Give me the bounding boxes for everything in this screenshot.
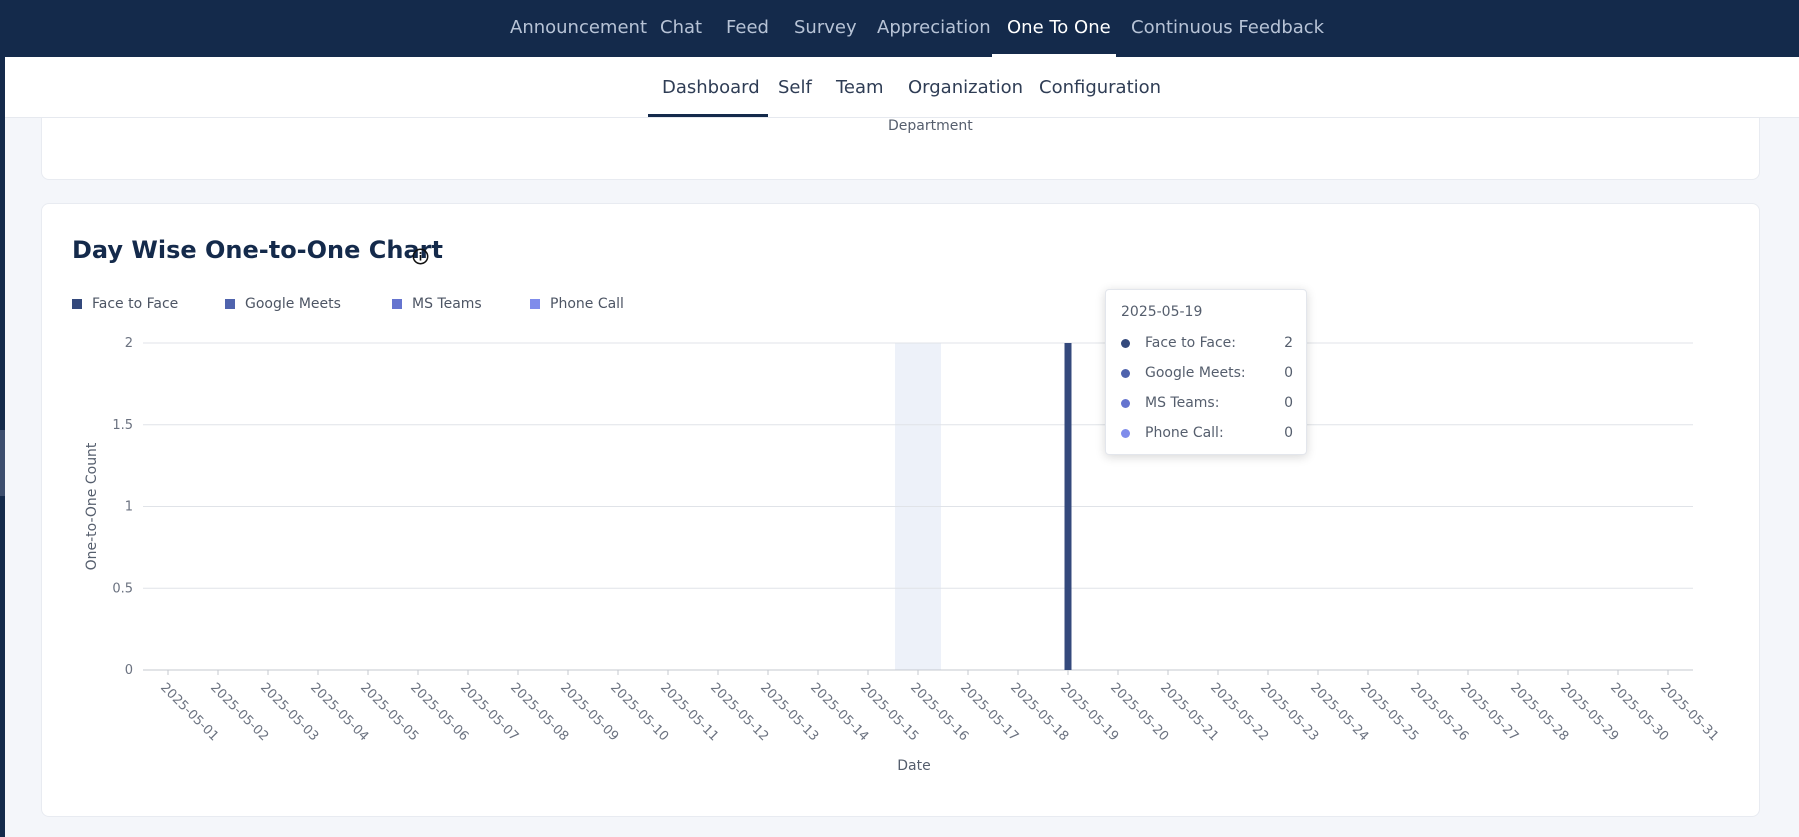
active-tab-underline: [648, 114, 768, 117]
tooltip-value: 2: [1284, 335, 1293, 351]
top-navigation: Announcement Chat Feed Survey Appreciati…: [0, 0, 1799, 57]
tab-configuration[interactable]: Configuration: [1039, 57, 1161, 118]
tooltip-value: 0: [1284, 395, 1293, 411]
tooltip-value: 0: [1284, 365, 1293, 381]
tab-dashboard[interactable]: Dashboard: [662, 57, 760, 118]
tooltip-row-face-to-face: Face to Face: 2: [1121, 333, 1293, 353]
nav-announcement[interactable]: Announcement: [510, 0, 647, 57]
nav-feed[interactable]: Feed: [726, 0, 769, 57]
y-tick-label: 2: [125, 336, 133, 351]
nav-continuous-feedback[interactable]: Continuous Feedback: [1131, 0, 1324, 57]
y-axis-title: One-to-One Count: [84, 442, 100, 570]
x-axis-title: Date: [897, 758, 930, 774]
tooltip-label: MS Teams:: [1145, 395, 1220, 411]
left-edge-bar: [0, 0, 5, 837]
tooltip-dot: [1121, 368, 1130, 378]
sub-navigation: Dashboard Self Team Organization Configu…: [5, 57, 1799, 118]
nav-survey[interactable]: Survey: [794, 0, 857, 57]
left-edge-tab[interactable]: [0, 430, 5, 496]
tooltip-row-google-meets: Google Meets: 0: [1121, 363, 1293, 383]
nav-chat[interactable]: Chat: [660, 0, 702, 57]
tooltip-label: Face to Face:: [1145, 335, 1236, 351]
day-wise-bar-chart: 00.511.522025-05-012025-05-022025-05-032…: [84, 336, 1721, 774]
tooltip-label: Phone Call:: [1145, 425, 1224, 441]
y-tick-label: 1.5: [112, 418, 133, 433]
y-tick-label: 0.5: [112, 581, 133, 596]
tooltip-dot: [1121, 398, 1130, 408]
tooltip-value: 0: [1284, 425, 1293, 441]
tooltip-dot: [1121, 338, 1130, 348]
y-tick-label: 1: [125, 500, 133, 515]
tab-team[interactable]: Team: [836, 57, 884, 118]
nav-appreciation[interactable]: Appreciation: [877, 0, 991, 57]
tab-organization[interactable]: Organization: [908, 57, 1023, 118]
nav-one-to-one[interactable]: One To One: [1007, 0, 1111, 57]
tooltip-label: Google Meets:: [1145, 365, 1246, 381]
y-tick-label: 0: [125, 663, 133, 678]
tooltip-dot: [1121, 428, 1130, 438]
tooltip-row-ms-teams: MS Teams: 0: [1121, 393, 1293, 413]
tooltip-date: 2025-05-19: [1121, 304, 1203, 320]
bar: [1064, 343, 1072, 670]
tab-self[interactable]: Self: [778, 57, 812, 118]
chart-tooltip: 2025-05-19 Face to Face: 2 Google Meets:…: [1105, 289, 1307, 455]
tooltip-row-phone-call: Phone Call: 0: [1121, 423, 1293, 443]
